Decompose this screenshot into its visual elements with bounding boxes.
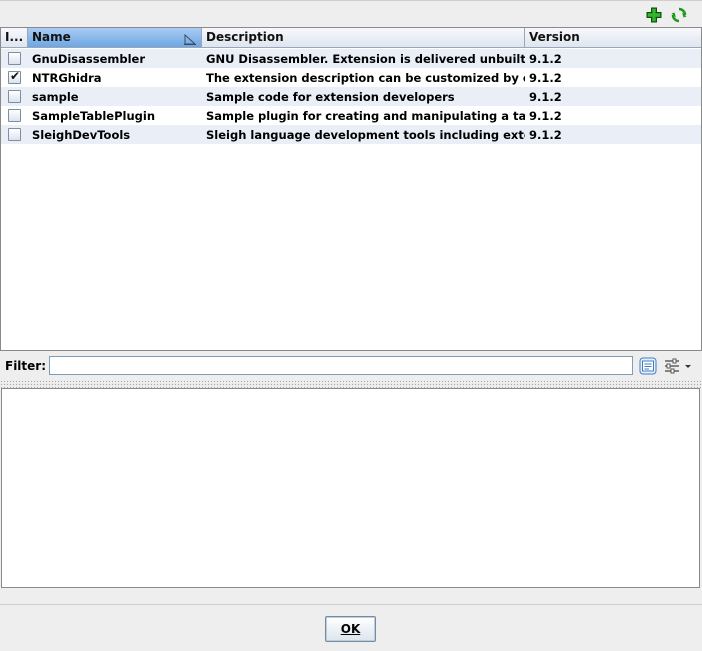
row-name: sample [32, 89, 79, 104]
extension-details-panel [1, 388, 700, 588]
row-description: The extension description can be customi… [206, 70, 525, 85]
installed-checkbox[interactable] [8, 128, 21, 141]
row-version: 9.1.2 [529, 51, 562, 66]
row-description: GNU Disassembler. Extension is delivered… [206, 51, 525, 66]
split-pane-divider[interactable] [0, 380, 702, 388]
row-version: 9.1.2 [529, 108, 562, 123]
row-description: Sleigh language development tools includ… [206, 127, 525, 142]
sort-ascending-icon [184, 32, 197, 45]
row-version: 9.1.2 [529, 89, 562, 104]
filter-bar: Filter: [0, 352, 702, 380]
ok-button[interactable]: OK [325, 616, 376, 642]
column-header-name-label: Name [32, 30, 71, 44]
column-header-installed[interactable]: I... [1, 28, 28, 47]
column-header-version[interactable]: Version [525, 28, 701, 47]
extensions-table: I... Name Description Version GnuDisasse… [0, 27, 702, 351]
add-plus-icon[interactable] [646, 7, 662, 23]
filter-label: Filter: [5, 359, 47, 373]
filter-options-icon[interactable] [639, 357, 657, 375]
table-row[interactable]: sample Sample code for extension develop… [1, 87, 701, 106]
ok-button-label: OK [340, 622, 361, 636]
table-header: I... Name Description Version [1, 28, 701, 48]
column-header-description[interactable]: Description [202, 28, 525, 47]
table-row[interactable]: GnuDisassembler GNU Disassembler. Extens… [1, 49, 701, 68]
row-version: 9.1.2 [529, 127, 562, 142]
table-row[interactable]: SampleTablePlugin Sample plugin for crea… [1, 106, 701, 125]
row-name: NTRGhidra [32, 70, 102, 85]
row-version: 9.1.2 [529, 70, 562, 85]
column-header-name[interactable]: Name [28, 28, 202, 47]
row-description: Sample plugin for creating and manipulat… [206, 108, 525, 123]
row-name: GnuDisassembler [32, 51, 146, 66]
installed-checkbox[interactable]: ✔ [8, 71, 21, 84]
table-body: GnuDisassembler GNU Disassembler. Extens… [1, 49, 701, 144]
filter-input[interactable] [49, 356, 633, 375]
checkmark-icon: ✔ [10, 71, 21, 83]
row-description: Sample code for extension developers [206, 89, 455, 104]
toolbar [0, 0, 702, 27]
row-name: SampleTablePlugin [32, 108, 156, 123]
table-row[interactable]: ✔ NTRGhidra The extension description ca… [1, 68, 701, 87]
installed-checkbox[interactable] [8, 109, 21, 122]
footer-divider [0, 604, 702, 605]
row-name: SleighDevTools [32, 127, 131, 142]
installed-checkbox[interactable] [8, 90, 21, 103]
table-row[interactable]: SleighDevTools Sleigh language developme… [1, 125, 701, 144]
installed-checkbox[interactable] [8, 52, 21, 65]
filter-settings-icon[interactable] [663, 358, 693, 374]
refresh-icon[interactable] [671, 7, 687, 23]
